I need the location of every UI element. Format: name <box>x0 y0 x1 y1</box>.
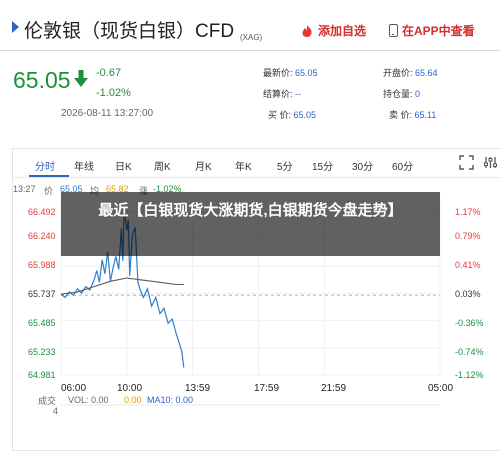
volume-ma10-text: MA10: 0.00 <box>147 395 194 405</box>
y-right-tick: 0.41% <box>455 260 481 270</box>
stat-position-label: 持仓量: <box>383 89 413 99</box>
y-left-tick: 65.988 <box>28 260 56 270</box>
stat-buy: 买 价: 65.05 <box>268 108 316 121</box>
fullscreen-icon[interactable] <box>459 155 474 170</box>
volume-vol-text: VOL: 0.00 <box>68 395 109 405</box>
add-favorite-label: 添加自选 <box>318 24 367 38</box>
title-marker-icon <box>12 21 19 33</box>
y-right-tick: 0.03% <box>455 289 481 299</box>
y-right-tick: -1.12% <box>455 370 484 380</box>
news-overlay-text: 最近【白银现货大涨期货,白银期货今盘走势】 <box>98 202 403 219</box>
chart-tab-bar: 分时 年线 日K 周K 月K 年K 5分 15分 30分 60分 <box>13 149 500 178</box>
view-in-app-label: 在APP中查看 <box>402 24 475 38</box>
stat-settle-value: -- <box>295 89 302 99</box>
y-right-tick: -0.74% <box>455 347 484 357</box>
stat-buy-value: 65.05 <box>293 110 317 120</box>
price-change: -0.67 <box>96 67 122 79</box>
tab-year-line[interactable]: 年线 <box>74 158 94 173</box>
stat-latest-label: 最新价: <box>263 68 293 78</box>
news-overlay-banner[interactable]: 最近【白银现货大涨期货,白银期货今盘走势】 <box>61 192 440 256</box>
stat-latest: 最新价: 65.05 <box>263 66 318 79</box>
x-tick: 05:00 <box>428 383 454 394</box>
x-tick: 06:00 <box>61 383 87 394</box>
down-arrow-icon <box>74 70 88 87</box>
stat-sell-value: 65.11 <box>414 110 437 120</box>
add-favorite-button[interactable]: 添加自选 <box>300 22 366 39</box>
page-header: 伦敦银（现货白银）CFD (XAG) 添加自选 在APP中查看 <box>0 0 500 51</box>
y-right-tick: -0.36% <box>455 318 484 328</box>
y-left-tick: 66.492 <box>28 207 56 217</box>
y-left-tick: 65.233 <box>28 347 56 357</box>
stat-sell-label: 卖 价: <box>389 110 413 120</box>
stat-sell: 卖 价: 65.11 <box>389 108 436 121</box>
tab-5min[interactable]: 5分 <box>277 158 293 173</box>
y-right-tick: 1.17% <box>455 207 481 217</box>
flame-icon <box>302 24 312 37</box>
stat-latest-value: 65.05 <box>295 68 318 78</box>
active-tab-indicator <box>29 175 69 177</box>
phone-icon <box>389 24 398 37</box>
price-change-percent: -1.02% <box>96 87 131 99</box>
volume-ma5-text: 0.00 <box>124 395 142 405</box>
stat-settle-label: 结算价: <box>263 89 293 99</box>
x-tick: 21:59 <box>321 383 347 394</box>
y-left-tick: 65.485 <box>28 318 56 328</box>
stat-settle: 结算价: -- <box>263 87 301 100</box>
legend-time: 13:27 <box>13 184 36 194</box>
y-left-tick: 66.240 <box>28 231 56 241</box>
tab-intraday[interactable]: 分时 <box>35 158 55 173</box>
tab-monthly-k[interactable]: 月K <box>195 158 212 173</box>
legend-price-label: 价 <box>44 186 54 196</box>
tab-yearly-k[interactable]: 年K <box>235 158 252 173</box>
x-tick: 13:59 <box>185 383 211 394</box>
tab-daily-k[interactable]: 日K <box>115 158 132 173</box>
stat-position: 持仓量: 0 <box>383 87 420 100</box>
y-left-tick: 64.981 <box>28 370 56 380</box>
instrument-title: 伦敦银（现货白银）CFD <box>24 21 235 42</box>
view-in-app-button[interactable]: 在APP中查看 <box>389 22 475 39</box>
tab-60min[interactable]: 60分 <box>392 158 413 173</box>
stat-open-value: 65.64 <box>415 68 438 78</box>
tab-weekly-k[interactable]: 周K <box>154 158 171 173</box>
stat-position-value: 0 <box>415 89 421 99</box>
x-tick: 10:00 <box>117 383 143 394</box>
tab-15min[interactable]: 15分 <box>312 158 333 173</box>
stat-buy-label: 买 价: <box>268 110 292 120</box>
y-left-tick: 65.737 <box>28 289 56 299</box>
instrument-code: (XAG) <box>240 33 263 42</box>
volume-axis-value: 4 <box>53 406 59 416</box>
stat-open: 开盘价: 65.64 <box>383 66 438 79</box>
quote-timestamp: 2026-08-11 13:27:00 <box>61 108 154 119</box>
stat-open-label: 开盘价: <box>383 68 413 78</box>
y-right-tick: 0.79% <box>455 231 481 241</box>
x-tick: 17:59 <box>254 383 280 394</box>
settings-icon[interactable] <box>483 155 498 170</box>
tab-30min[interactable]: 30分 <box>352 158 373 173</box>
last-price: 65.05 <box>13 67 71 93</box>
